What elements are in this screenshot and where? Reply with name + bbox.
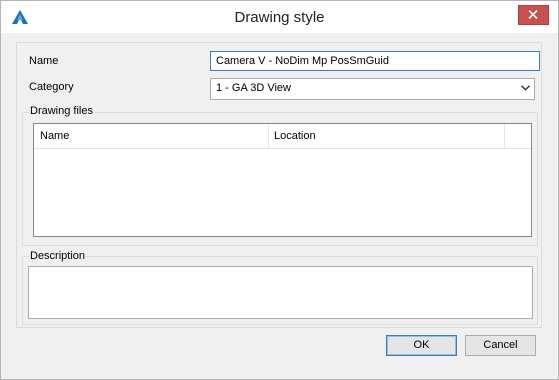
close-button[interactable] [518,5,549,25]
column-separator[interactable] [268,124,269,148]
category-selected-value: 1 - GA 3D View [216,82,291,94]
name-field[interactable] [210,51,540,71]
dialog-title: Drawing style [234,9,325,26]
column-header-location[interactable]: Location [274,124,316,148]
title-bar: Drawing style [1,1,558,33]
name-label: Name [29,55,59,67]
chevron-down-icon [521,85,530,91]
description-group-label: Description [29,250,87,262]
column-header-name[interactable]: Name [40,124,69,148]
category-dropdown[interactable]: 1 - GA 3D View [210,78,535,100]
category-label: Category [29,81,74,93]
column-separator[interactable] [504,124,505,148]
drawing-files-group-label: Drawing files [29,105,94,117]
description-field[interactable] [28,266,533,319]
ok-button[interactable]: OK [386,335,457,356]
list-header: Name Location [34,124,531,149]
cancel-button[interactable]: Cancel [465,335,536,356]
drawing-files-list[interactable]: Name Location [33,123,532,237]
close-icon [528,10,538,19]
